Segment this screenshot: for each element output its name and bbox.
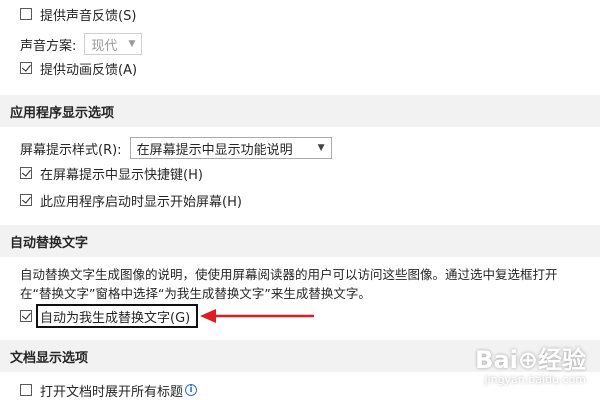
chevron-down-icon: ▼ (128, 39, 136, 49)
sound-feedback-option[interactable]: 提供声音反馈(S) (20, 4, 136, 24)
alt-text-description-line1: 自动替换文字生成图像的说明，使使用屏幕阅读器的用户可以访问这些图像。通过选中复选… (20, 267, 558, 282)
show-start-screen-option[interactable]: 此应用程序启动时显示开始屏幕(H) (20, 190, 242, 210)
expand-headings-checkbox[interactable] (20, 384, 32, 396)
animation-feedback-checkbox[interactable] (20, 62, 32, 74)
show-shortcuts-option[interactable]: 在屏幕提示中显示快捷键(H) (20, 163, 203, 183)
sound-feedback-checkbox[interactable] (20, 8, 32, 20)
doc-display-heading: 文档显示选项 (10, 350, 89, 366)
alt-text-description-line2: 在“替换文字”窗格中选择“为我生成替换文字”来生成替换文字。 (20, 286, 371, 301)
alt-text-section-header: 自动替换文字 (0, 225, 600, 257)
sound-scheme-dropdown[interactable]: 现代 ▼ (84, 33, 143, 55)
screentip-style-value: 在屏幕提示中显示功能说明 (136, 142, 293, 158)
show-start-screen-checkbox[interactable] (20, 194, 32, 206)
screentip-style-label: 屏幕提示样式(R): (20, 142, 122, 158)
expand-headings-label: 打开文档时展开所有标题 (40, 384, 184, 400)
watermark-logo: Bai⊕经验 (475, 346, 586, 374)
screentip-style-row: 屏幕提示样式(R): 在屏幕提示中显示功能说明 ▼ (20, 135, 332, 161)
info-icon[interactable]: i (185, 384, 198, 396)
watermark: Bai⊕经验 jingyan.baidu.com (475, 340, 586, 386)
alt-text-heading: 自动替换文字 (10, 235, 89, 251)
app-display-heading: 应用程序显示选项 (10, 105, 115, 121)
sound-feedback-label: 提供声音反馈(S) (40, 8, 137, 24)
expand-headings-option[interactable]: 打开文档时展开所有标题 i (20, 380, 198, 400)
sound-scheme-value: 现代 (91, 38, 118, 54)
show-shortcuts-checkbox[interactable] (20, 167, 32, 179)
watermark-url: jingyan.baidu.com (484, 373, 586, 386)
chevron-down-icon: ▼ (317, 143, 325, 153)
animation-feedback-label: 提供动画反馈(A) (40, 62, 138, 78)
screentip-style-dropdown[interactable]: 在屏幕提示中显示功能说明 ▼ (129, 137, 332, 159)
app-display-section-header: 应用程序显示选项 (0, 95, 600, 127)
highlight-box (36, 304, 198, 328)
animation-feedback-option[interactable]: 提供动画反馈(A) (20, 58, 137, 78)
show-start-screen-label: 此应用程序启动时显示开始屏幕(H) (40, 194, 242, 210)
annotation-arrow (200, 309, 314, 323)
sound-scheme-label: 声音方案: (20, 38, 77, 54)
sound-scheme-row: 声音方案: 现代 ▼ (20, 31, 143, 57)
show-shortcuts-label: 在屏幕提示中显示快捷键(H) (40, 167, 203, 183)
auto-generate-checkbox[interactable] (20, 310, 32, 322)
